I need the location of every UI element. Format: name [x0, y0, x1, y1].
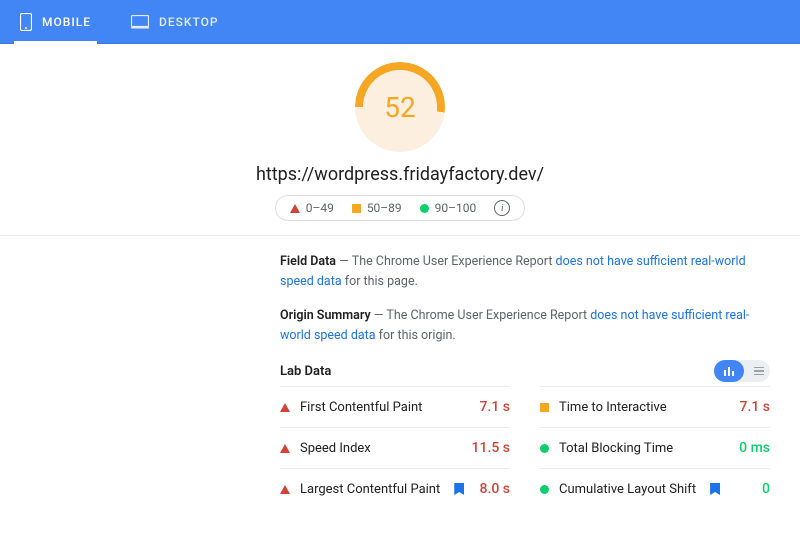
tested-url: https://wordpress.fridayfactory.dev/ — [256, 164, 544, 185]
flag-icon — [710, 483, 720, 495]
metric-cls: Cumulative Layout Shift 0 — [540, 468, 770, 509]
score-value: 52 — [384, 91, 415, 124]
mobile-icon — [20, 13, 32, 31]
lab-data-title: Lab Data — [280, 364, 331, 379]
tab-mobile-label: MOBILE — [42, 15, 91, 29]
toggle-list-icon — [754, 367, 764, 376]
circle-icon — [540, 444, 549, 453]
results-content: Field Data — The Chrome User Experience … — [0, 236, 800, 509]
toggle-knob-chart-icon — [714, 360, 744, 382]
metric-tti: Time to Interactive 7.1 s — [540, 386, 770, 427]
legend-poor: 0–49 — [290, 201, 334, 215]
square-icon — [352, 204, 361, 213]
triangle-icon — [290, 204, 300, 213]
lab-data-header: Lab Data — [280, 360, 770, 382]
metric-label: First Contentful Paint — [300, 400, 422, 415]
metrics-grid: First Contentful Paint 7.1 s Time to Int… — [280, 386, 770, 509]
metric-label: Speed Index — [300, 441, 371, 456]
metric-label: Total Blocking Time — [559, 441, 673, 456]
legend-good: 90–100 — [420, 201, 477, 215]
metric-value: 0 ms — [739, 440, 770, 456]
legend-average: 50–89 — [352, 201, 402, 215]
desktop-icon — [131, 15, 149, 29]
triangle-icon — [280, 403, 290, 412]
triangle-icon — [280, 444, 290, 453]
metric-value: 7.1 s — [740, 399, 771, 415]
view-toggle[interactable] — [714, 360, 770, 382]
score-legend: 0–49 50–89 90–100 i — [275, 195, 526, 221]
device-tabs: MOBILE DESKTOP — [0, 0, 800, 44]
metric-tbt: Total Blocking Time 0 ms — [540, 427, 770, 468]
metric-label: Time to Interactive — [559, 400, 667, 415]
metric-label: Cumulative Layout Shift — [559, 482, 696, 497]
score-gauge: 52 — [355, 62, 445, 152]
metric-value: 0 — [762, 481, 770, 497]
triangle-icon — [280, 485, 290, 494]
metric-lcp: Largest Contentful Paint 8.0 s — [280, 468, 510, 509]
metric-value: 8.0 s — [480, 481, 511, 497]
square-icon — [540, 403, 549, 412]
field-data-label: Field Data — [280, 254, 336, 269]
tab-desktop-label: DESKTOP — [159, 15, 219, 29]
metric-fcp: First Contentful Paint 7.1 s — [280, 386, 510, 427]
metric-si: Speed Index 11.5 s — [280, 427, 510, 468]
circle-icon — [540, 485, 549, 494]
metric-label: Largest Contentful Paint — [300, 482, 440, 497]
tab-desktop[interactable]: DESKTOP — [111, 0, 239, 44]
circle-icon — [420, 204, 429, 213]
metric-value: 11.5 s — [472, 440, 510, 456]
metric-value: 7.1 s — [480, 399, 511, 415]
score-section: 52 https://wordpress.fridayfactory.dev/ … — [0, 44, 800, 236]
origin-summary-text: Origin Summary — The Chrome User Experie… — [280, 306, 770, 346]
info-icon[interactable]: i — [494, 200, 510, 216]
origin-summary-label: Origin Summary — [280, 308, 371, 323]
field-data-text: Field Data — The Chrome User Experience … — [280, 252, 770, 292]
tab-mobile[interactable]: MOBILE — [0, 0, 111, 44]
flag-icon — [454, 483, 464, 495]
